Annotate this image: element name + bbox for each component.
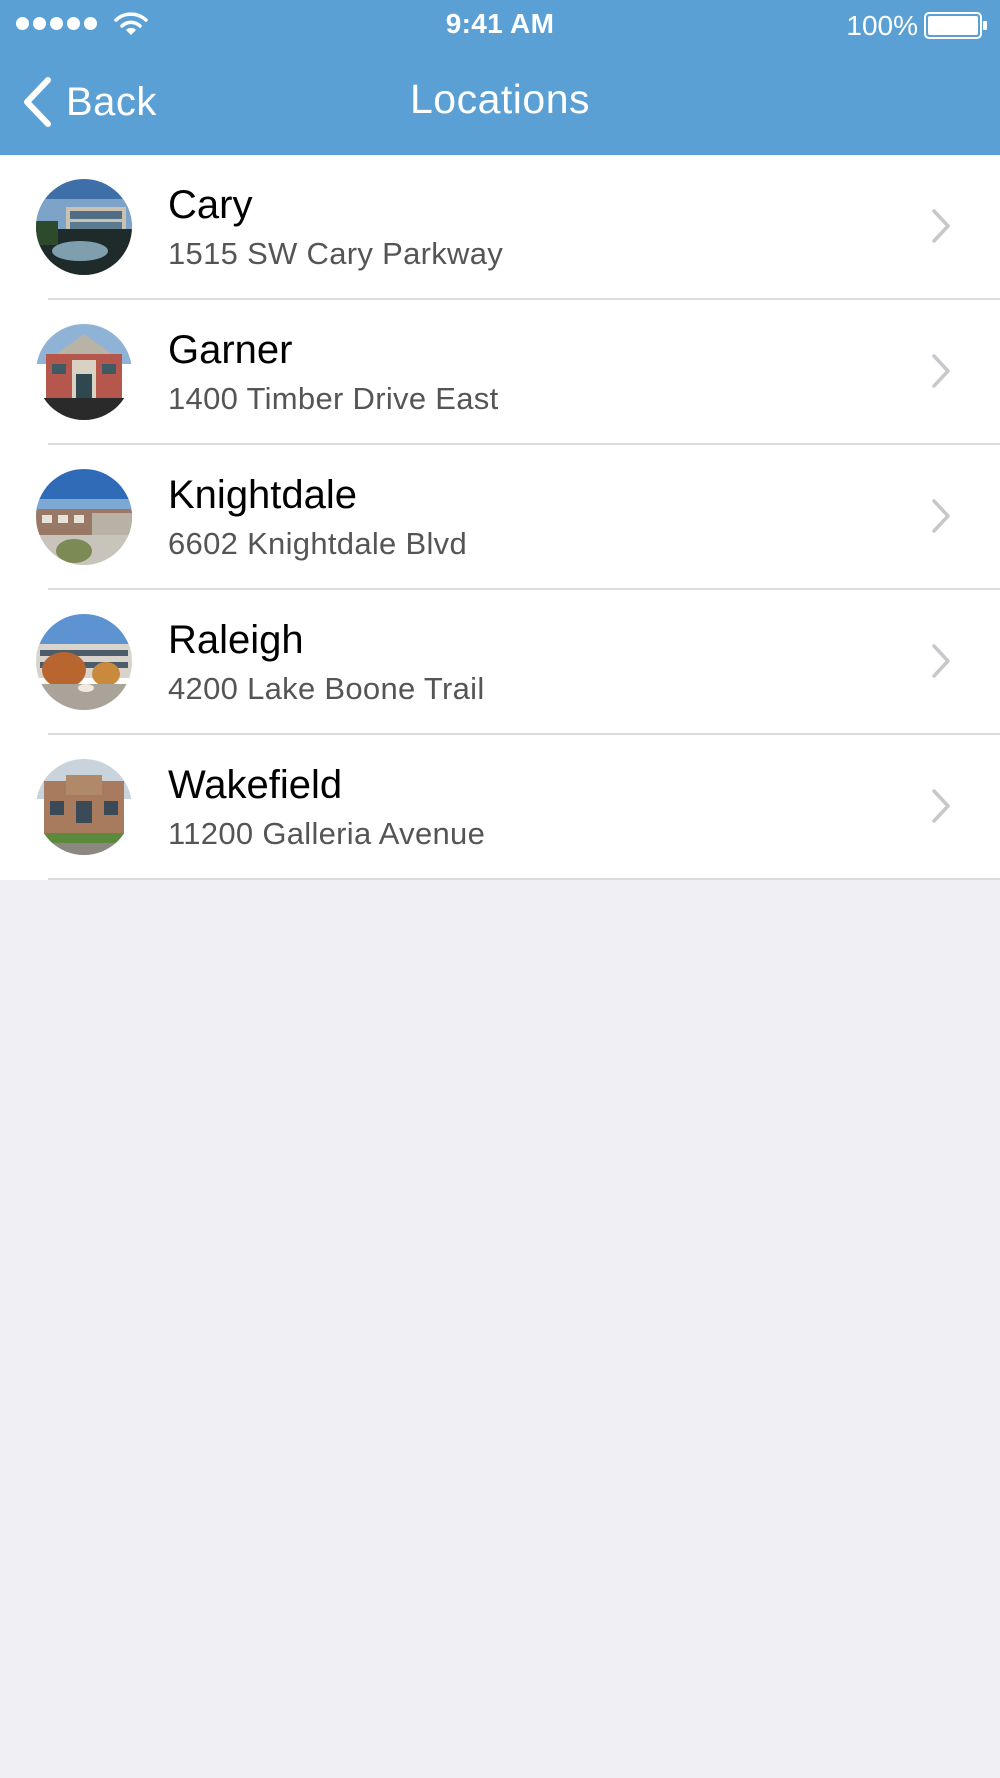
location-address: 1515 SW Cary Parkway bbox=[168, 236, 504, 271]
location-row-wakefield[interactable]: Wakefield 11200 Galleria Avenue bbox=[0, 735, 1000, 880]
page-title: Locations bbox=[409, 76, 590, 122]
location-name: Wakefield bbox=[168, 763, 343, 807]
chevron-right-icon bbox=[932, 209, 950, 243]
locations-list: Cary 1515 SW Cary Parkway Garner 1400 Ti… bbox=[0, 155, 1000, 880]
location-name: Knightdale bbox=[168, 473, 358, 517]
chevron-right-icon bbox=[932, 644, 950, 678]
battery-full-icon bbox=[924, 12, 987, 39]
location-photo-raleigh bbox=[36, 614, 132, 710]
status-bar: 9:41 AM 100% bbox=[0, 0, 1000, 50]
location-photo-garner bbox=[36, 324, 132, 420]
navigation-bar: Back Locations bbox=[0, 50, 1000, 155]
chevron-right-icon bbox=[932, 354, 950, 388]
chevron-right-icon bbox=[932, 789, 950, 823]
location-photo-wakefield bbox=[36, 759, 132, 855]
location-photo-knightdale bbox=[36, 469, 132, 565]
location-row-cary[interactable]: Cary 1515 SW Cary Parkway bbox=[0, 155, 1000, 300]
location-address: 11200 Galleria Avenue bbox=[168, 816, 486, 851]
location-row-knightdale[interactable]: Knightdale 6602 Knightdale Blvd bbox=[0, 445, 1000, 590]
location-address: 6602 Knightdale Blvd bbox=[168, 526, 468, 561]
location-name: Cary bbox=[168, 183, 253, 227]
location-row-garner[interactable]: Garner 1400 Timber Drive East bbox=[0, 300, 1000, 445]
battery-percent: 100% bbox=[846, 10, 918, 41]
chevron-right-icon bbox=[932, 499, 950, 533]
location-address: 4200 Lake Boone Trail bbox=[168, 671, 485, 706]
header: 9:41 AM 100% Back Locations bbox=[0, 0, 1000, 155]
location-photo-cary bbox=[36, 179, 132, 275]
location-name: Garner bbox=[168, 328, 293, 372]
location-name: Raleigh bbox=[168, 618, 304, 662]
location-row-raleigh[interactable]: Raleigh 4200 Lake Boone Trail bbox=[0, 590, 1000, 735]
location-address: 1400 Timber Drive East bbox=[168, 381, 499, 416]
